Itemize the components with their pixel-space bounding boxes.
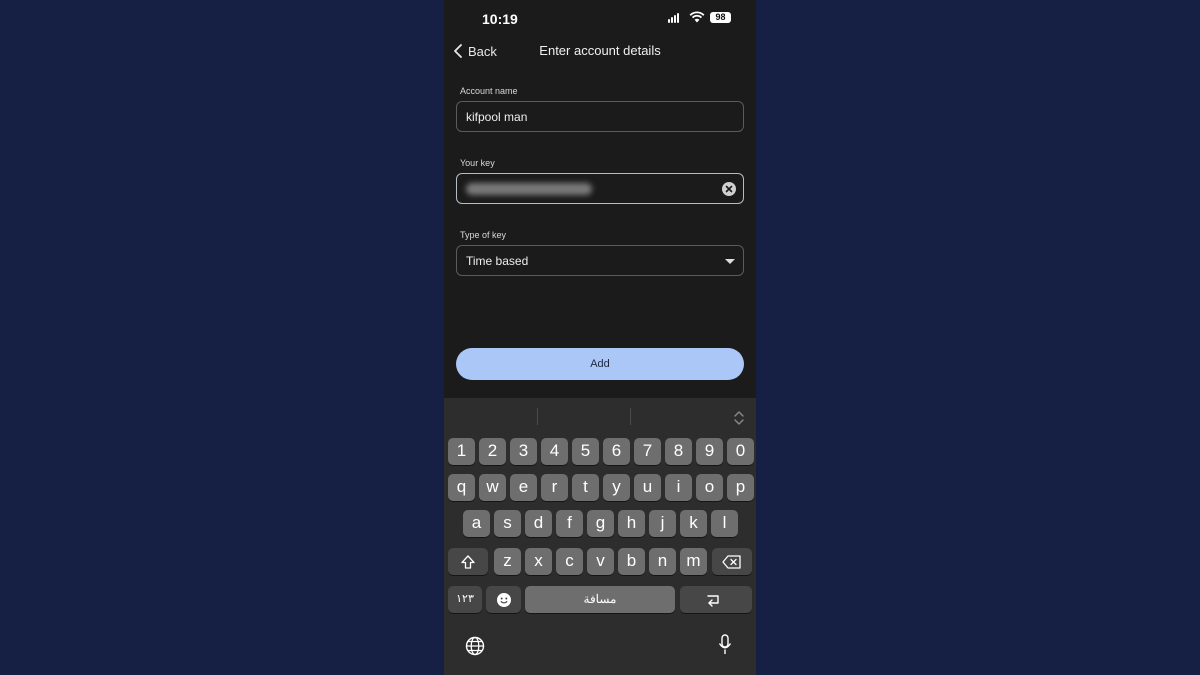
key-value-redacted [466,183,592,195]
key-u[interactable]: u [634,474,661,501]
keyboard: 1234567890 qwertyuiop asdfghjkl zxcvbnm … [444,398,756,675]
key-0[interactable]: 0 [727,438,754,465]
key-w[interactable]: w [479,474,506,501]
return-icon [707,594,719,607]
key-s[interactable]: s [494,510,521,537]
status-bar: 10:19 98 [444,0,756,36]
type-of-key-value: Time based [466,254,529,268]
key-i[interactable]: i [665,474,692,501]
key-m[interactable]: m [680,548,707,575]
key-j[interactable]: j [649,510,676,537]
key-5[interactable]: 5 [572,438,599,465]
microphone-icon[interactable] [718,634,732,656]
key-z[interactable]: z [494,548,521,575]
return-key[interactable] [680,586,752,613]
key-3[interactable]: 3 [510,438,537,465]
key-a[interactable]: a [463,510,490,537]
key-4[interactable]: 4 [541,438,568,465]
numbers-key[interactable]: ١٢٣ [448,586,482,613]
status-time: 10:19 [482,11,518,27]
key-l[interactable]: l [711,510,738,537]
clear-icon[interactable] [722,182,736,196]
backspace-key[interactable] [712,548,752,575]
add-button[interactable]: Add [456,348,744,380]
key-2[interactable]: 2 [479,438,506,465]
cellular-signal-icon [668,13,679,23]
phone-screen: 10:19 98 Back Enter account details Acco… [444,0,756,675]
key-c[interactable]: c [556,548,583,575]
suggestion-divider [630,408,631,425]
dropdown-arrow-icon [725,259,735,264]
shift-key[interactable] [448,548,488,575]
key-b[interactable]: b [618,548,645,575]
key-r[interactable]: r [541,474,568,501]
key-y[interactable]: y [603,474,630,501]
key-d[interactable]: d [525,510,552,537]
header: Back Enter account details [444,36,756,66]
key-v[interactable]: v [587,548,614,575]
battery-icon: 98 [710,12,731,23]
emoji-icon [496,592,511,607]
key-f[interactable]: f [556,510,583,537]
space-key[interactable]: مسافة [525,586,675,613]
key-input[interactable] [456,173,744,204]
wifi-icon [689,11,705,23]
globe-icon[interactable] [465,636,485,656]
suggestion-divider [537,408,538,425]
expand-collapse-icon[interactable] [733,410,745,426]
key-h[interactable]: h [618,510,645,537]
key-1[interactable]: 1 [448,438,475,465]
type-of-key-label: Type of key [460,230,507,240]
key-n[interactable]: n [649,548,676,575]
key-t[interactable]: t [572,474,599,501]
key-q[interactable]: q [448,474,475,501]
type-of-key-dropdown[interactable]: Time based [456,245,744,276]
key-o[interactable]: o [696,474,723,501]
key-p[interactable]: p [727,474,754,501]
backspace-icon [722,554,741,569]
shift-icon [461,554,475,569]
key-k[interactable]: k [680,510,707,537]
key-7[interactable]: 7 [634,438,661,465]
key-x[interactable]: x [525,548,552,575]
key-g[interactable]: g [587,510,614,537]
emoji-key[interactable] [486,586,521,613]
account-name-input[interactable]: kifpool man [456,101,744,132]
page-title: Enter account details [539,43,661,58]
account-name-value: kifpool man [466,110,528,124]
key-6[interactable]: 6 [603,438,630,465]
key-8[interactable]: 8 [665,438,692,465]
key-label: Your key [460,158,495,168]
account-name-label: Account name [460,86,518,96]
key-e[interactable]: e [510,474,537,501]
key-9[interactable]: 9 [696,438,723,465]
